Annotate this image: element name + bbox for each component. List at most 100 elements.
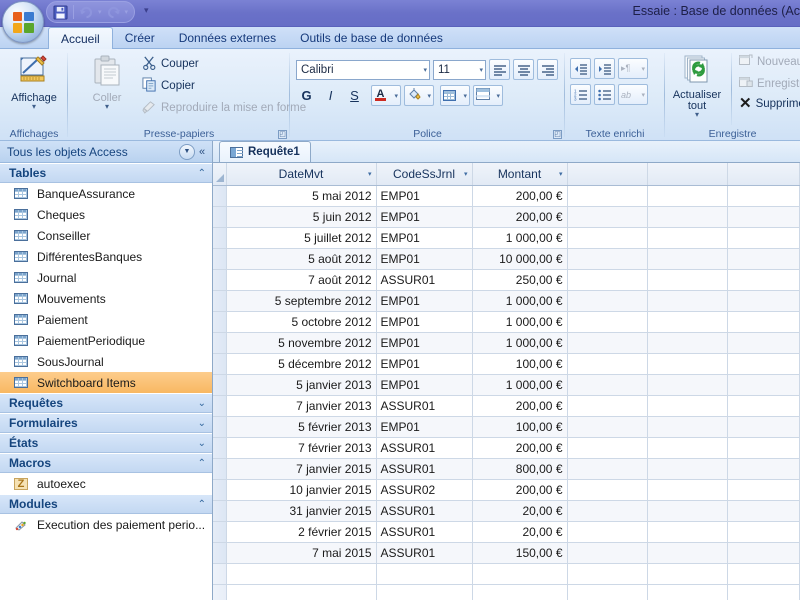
italic-button[interactable]: I [320, 85, 341, 106]
cell-montant[interactable]: 20,00 € [472, 500, 568, 522]
nouveau-button[interactable]: Nouveau [739, 54, 800, 69]
font-color-dropdown-icon[interactable]: ▾ [394, 92, 398, 100]
cell-codessjrnl[interactable]: EMP01 [376, 311, 473, 333]
chevron-down-icon[interactable]: ⌄ [198, 438, 206, 449]
nav-item-sousjournal[interactable]: SousJournal [0, 351, 212, 372]
cell-codessjrnl[interactable]: ASSUR01 [376, 500, 473, 522]
row-selector[interactable] [213, 563, 227, 585]
chevron-up-icon[interactable]: ⌃ [198, 168, 206, 179]
nav-item-switchboard-items[interactable]: Switchboard Items [0, 372, 212, 393]
cell-datemvt[interactable]: 5 octobre 2012 [226, 311, 377, 333]
nav-item-banqueassurance[interactable]: BanqueAssurance [0, 183, 212, 204]
row-selector[interactable] [213, 542, 227, 564]
cell-montant[interactable]: 1 000,00 € [472, 374, 568, 396]
customize-qat-icon[interactable]: ▾ [144, 5, 149, 16]
fill-color-button[interactable]: ▾ [404, 85, 434, 106]
cell-datemvt[interactable]: 5 décembre 2012 [226, 353, 377, 375]
alternate-fill-dropdown-icon[interactable]: ▾ [496, 92, 500, 100]
row-selector[interactable] [213, 416, 227, 438]
cell-datemvt[interactable]: 5 juillet 2012 [226, 227, 377, 249]
nav-item-paiementperiodique[interactable]: PaiementPeriodique [0, 330, 212, 351]
save-button[interactable] [51, 3, 70, 21]
actualiser-tout-button[interactable]: Actualiser tout ▾ [666, 55, 728, 119]
chevron-down-icon[interactable]: ⌄ [198, 418, 206, 429]
font-size-combo[interactable]: 11 ▾ [433, 59, 486, 80]
gridlines-button[interactable]: ▾ [440, 85, 470, 106]
reproduire-mise-en-forme-button[interactable]: Reproduire la mise en forme [142, 99, 306, 117]
cell-montant[interactable]: 200,00 € [472, 185, 568, 207]
row-selector[interactable] [213, 479, 227, 501]
nav-item-execution-des-paiement-perio[interactable]: Execution des paiement perio... [0, 514, 212, 535]
table-row[interactable]: 5 décembre 2012 EMP01 100,00 € [213, 353, 800, 375]
couper-button[interactable]: Couper [142, 55, 199, 73]
police-dialog-launcher[interactable]: ◰ [553, 130, 562, 139]
column-header-montant[interactable]: Montant ▾ [472, 163, 568, 186]
cell-montant[interactable]: 150,00 € [472, 542, 568, 564]
row-selector[interactable] [213, 500, 227, 522]
cell-montant[interactable]: 1 000,00 € [472, 332, 568, 354]
gridlines-dropdown-icon[interactable]: ▾ [463, 92, 467, 100]
cell-codessjrnl[interactable]: ASSUR01 [376, 458, 473, 480]
cell-codessjrnl[interactable]: ASSUR01 [376, 437, 473, 459]
row-selector[interactable] [213, 185, 227, 207]
nav-item-paiement[interactable]: Paiement [0, 309, 212, 330]
cell-datemvt[interactable]: 5 mai 2012 [226, 185, 377, 207]
table-row[interactable]: 7 janvier 2013 ASSUR01 200,00 € [213, 395, 800, 417]
affichage-button[interactable]: Affichage ▾ [3, 55, 65, 111]
tab-accueil[interactable]: Accueil [48, 27, 113, 49]
ltr-button[interactable]: ▸¶ ▾ [618, 58, 648, 79]
row-selector[interactable] [213, 227, 227, 249]
row-selector[interactable] [213, 353, 227, 375]
decrease-indent-button[interactable] [570, 58, 591, 79]
affichage-dropdown-icon[interactable]: ▾ [32, 103, 36, 111]
nav-item-journal[interactable]: Journal [0, 267, 212, 288]
cell-datemvt[interactable]: 5 novembre 2012 [226, 332, 377, 354]
cell-codessjrnl[interactable]: ASSUR01 [376, 542, 473, 564]
tab-outils-base-de-donnees[interactable]: Outils de base de données [288, 28, 455, 49]
presse-papiers-dialog-launcher[interactable]: ◰ [278, 130, 287, 139]
tab-donnees-externes[interactable]: Données externes [167, 28, 288, 49]
cell-codessjrnl[interactable]: ASSUR01 [376, 395, 473, 417]
table-row[interactable]: 7 janvier 2015 ASSUR01 800,00 € [213, 458, 800, 480]
row-selector[interactable] [213, 290, 227, 312]
nav-group-header-tables[interactable]: Tables ⌃ [0, 163, 212, 183]
coller-button[interactable]: Coller ▾ [76, 55, 138, 111]
cell-montant[interactable]: 100,00 € [472, 416, 568, 438]
row-selector[interactable] [213, 269, 227, 291]
enregistrer-button[interactable]: Enregistr [739, 76, 800, 91]
coller-dropdown-icon[interactable]: ▾ [105, 103, 109, 111]
cell-codessjrnl[interactable]: ASSUR01 [376, 521, 473, 543]
cell-datemvt[interactable]: 7 janvier 2013 [226, 395, 377, 417]
cell-codessjrnl[interactable]: EMP01 [376, 227, 473, 249]
nav-group-header-macros[interactable]: Macros ⌃ [0, 453, 212, 473]
cell-codessjrnl[interactable]: EMP01 [376, 353, 473, 375]
cell-codessjrnl[interactable]: ASSUR01 [376, 269, 473, 291]
cell-datemvt[interactable]: 10 janvier 2015 [226, 479, 377, 501]
table-row[interactable]: 7 février 2013 ASSUR01 200,00 € [213, 437, 800, 459]
chevron-down-icon[interactable]: ⌄ [198, 398, 206, 409]
cell-montant[interactable]: 20,00 € [472, 521, 568, 543]
cell-montant[interactable]: 250,00 € [472, 269, 568, 291]
font-color-button[interactable]: A ▾ [371, 85, 401, 106]
nav-item-mouvements[interactable]: Mouvements [0, 288, 212, 309]
redo-button[interactable] [104, 3, 123, 21]
redo-dropdown-icon[interactable]: ▾ [125, 8, 129, 16]
table-row[interactable]: 5 juin 2012 EMP01 200,00 € [213, 206, 800, 228]
table-row[interactable]: 5 mai 2012 EMP01 200,00 € [213, 185, 800, 207]
document-tab-requete1[interactable]: Requête1 [219, 141, 311, 162]
cell-montant[interactable]: 1 000,00 € [472, 227, 568, 249]
column-header-codessjrnl[interactable]: CodeSsJrnl ▾ [376, 163, 473, 186]
font-name-dropdown-icon[interactable]: ▾ [420, 66, 427, 74]
nav-item-conseiller[interactable]: Conseiller [0, 225, 212, 246]
ltr-dropdown-icon[interactable]: ▾ [641, 65, 645, 73]
font-name-combo[interactable]: Calibri ▾ [296, 59, 430, 80]
row-selector[interactable] [213, 206, 227, 228]
cell-datemvt[interactable]: 7 février 2013 [226, 437, 377, 459]
cell-datemvt[interactable]: 5 février 2013 [226, 416, 377, 438]
row-selector[interactable] [213, 458, 227, 480]
cell-datemvt[interactable]: 5 août 2012 [226, 248, 377, 270]
cell-datemvt[interactable]: 5 janvier 2013 [226, 374, 377, 396]
row-selector[interactable] [213, 395, 227, 417]
table-row[interactable]: 5 juillet 2012 EMP01 1 000,00 € [213, 227, 800, 249]
cell-datemvt[interactable]: 7 août 2012 [226, 269, 377, 291]
